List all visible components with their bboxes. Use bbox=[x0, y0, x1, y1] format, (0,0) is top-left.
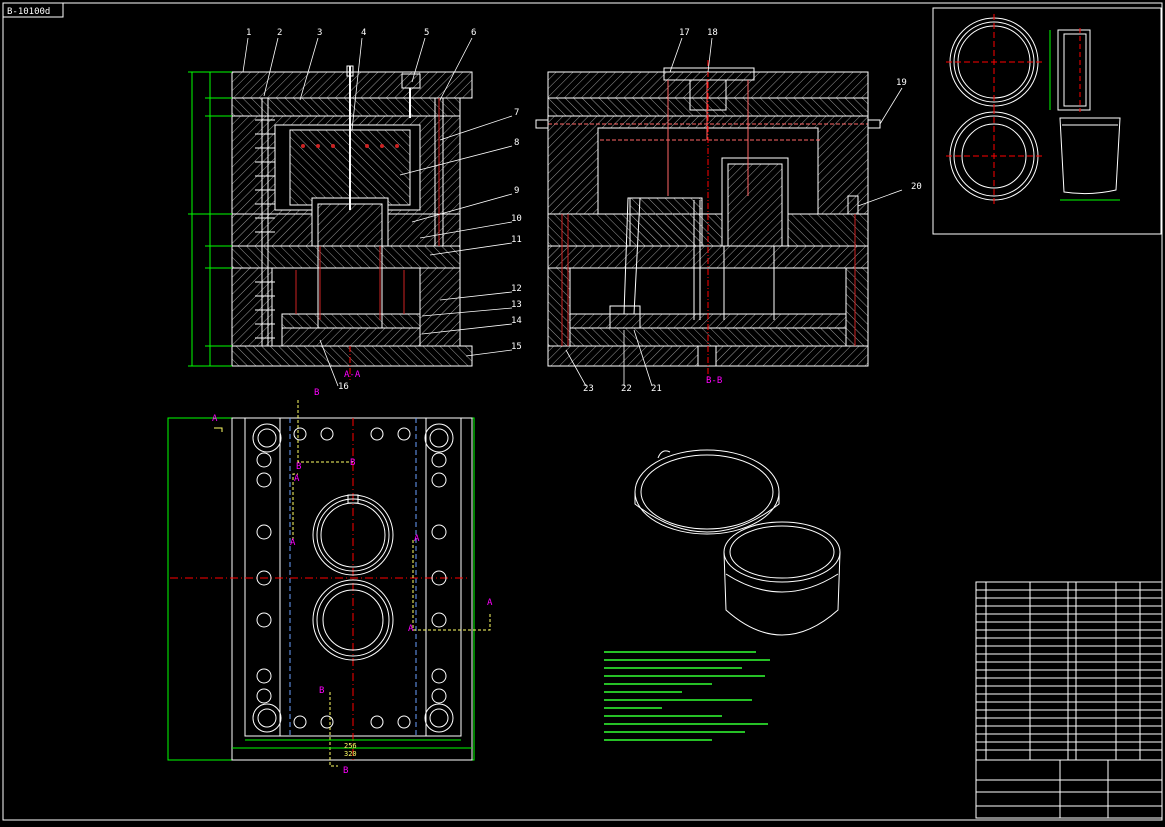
callout-11: 11 bbox=[511, 235, 522, 245]
plan-marker-b5: B bbox=[343, 766, 349, 776]
callout-6: 6 bbox=[471, 28, 477, 38]
bom-table bbox=[975, 581, 1163, 819]
callout-13: 13 bbox=[511, 300, 522, 310]
callout-21: 21 bbox=[651, 384, 662, 394]
callout-19: 19 bbox=[896, 78, 907, 88]
callout-3: 3 bbox=[317, 28, 323, 38]
plan-marker-a3: A bbox=[290, 538, 296, 548]
callout-15: 15 bbox=[511, 342, 522, 352]
section-bb-label: B-B bbox=[706, 376, 723, 386]
plan-marker-a5: A bbox=[408, 624, 414, 634]
plan-marker-a6: A bbox=[487, 598, 493, 608]
plan-marker-b3: B bbox=[350, 458, 356, 468]
callout-9: 9 bbox=[514, 186, 520, 196]
drawing-code: B-10100d bbox=[7, 7, 50, 17]
callout-14: 14 bbox=[511, 316, 522, 326]
plan-marker-a4: A bbox=[414, 534, 420, 544]
plan-marker-b4: B bbox=[319, 686, 325, 696]
cad-canvas: B-10100d bbox=[2, 2, 1163, 821]
dimension-320: 320 bbox=[344, 750, 357, 758]
callout-12: 12 bbox=[511, 284, 522, 294]
plan-view bbox=[167, 400, 491, 767]
callout-2: 2 bbox=[277, 28, 283, 38]
part-detail-view bbox=[932, 7, 1162, 235]
callout-20: 20 bbox=[911, 182, 922, 192]
plan-marker-a2: A bbox=[294, 474, 300, 484]
callout-22: 22 bbox=[621, 384, 632, 394]
callout-4: 4 bbox=[361, 28, 367, 38]
callout-1: 1 bbox=[246, 28, 252, 38]
drawing-sheet: B-10100d 1 2 3 4 5 6 7 8 9 10 11 12 13 1… bbox=[0, 0, 1165, 823]
callout-5: 5 bbox=[424, 28, 430, 38]
iso-parts-view bbox=[634, 449, 841, 636]
section-aa-label: A-A bbox=[344, 370, 361, 380]
section-bb-view bbox=[535, 60, 881, 380]
callout-8: 8 bbox=[514, 138, 520, 148]
plan-marker-b1: B bbox=[314, 388, 320, 398]
dimension-256: 256 bbox=[344, 742, 357, 750]
callout-7: 7 bbox=[514, 108, 520, 118]
callout-23: 23 bbox=[583, 384, 594, 394]
technical-notes bbox=[604, 651, 770, 741]
plan-marker-a1: A bbox=[212, 414, 218, 424]
plan-marker-b2: B bbox=[296, 462, 302, 472]
callout-17: 17 bbox=[679, 28, 690, 38]
callout-18: 18 bbox=[707, 28, 718, 38]
callout-10: 10 bbox=[511, 214, 522, 224]
callout-16: 16 bbox=[338, 382, 349, 392]
